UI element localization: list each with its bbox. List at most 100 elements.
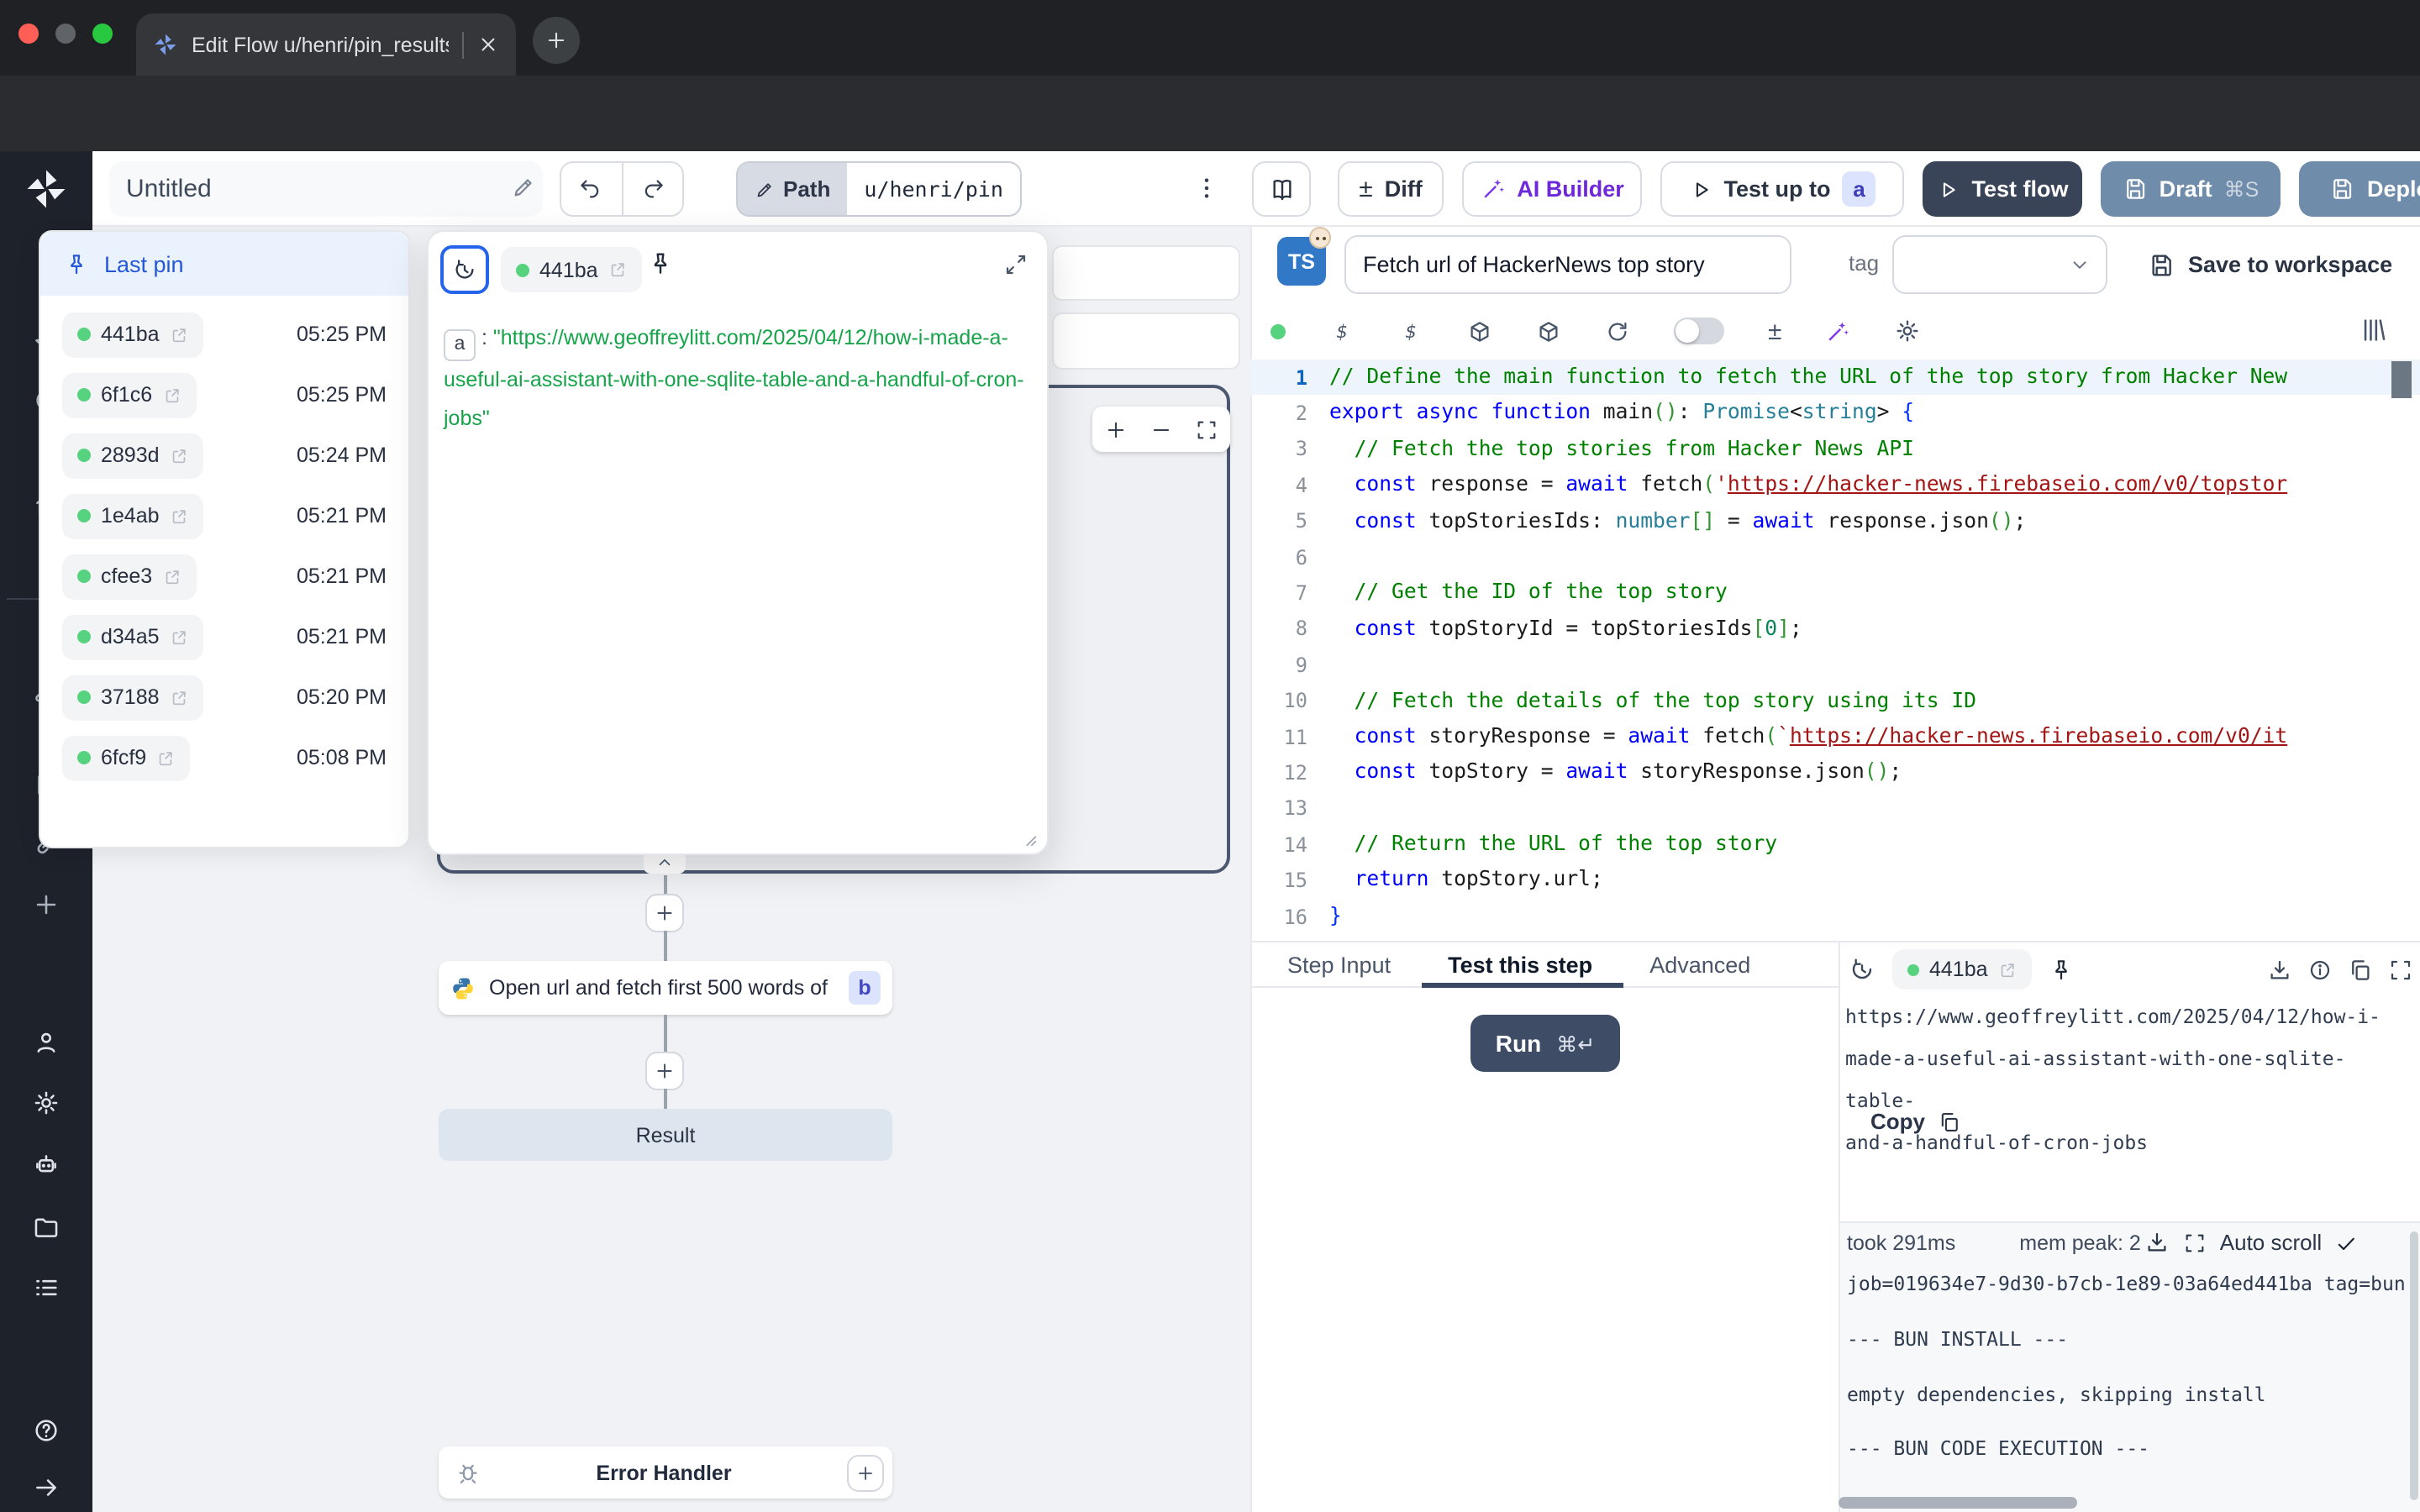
error-handler-node[interactable]: Error Handler	[439, 1446, 892, 1499]
tag-select[interactable]	[1892, 235, 2107, 294]
redo-button[interactable]	[621, 163, 682, 215]
docs-button[interactable]	[1252, 161, 1311, 217]
external-link-icon[interactable]	[608, 260, 627, 279]
code-line[interactable]: 10 // Fetch the details of the top story…	[1250, 683, 2420, 719]
arrow-right-icon[interactable]	[32, 1473, 60, 1502]
package-icon[interactable]	[1467, 318, 1492, 344]
diff-toggle[interactable]	[1674, 318, 1724, 344]
external-link-icon[interactable]	[156, 748, 175, 767]
pencil-icon[interactable]	[511, 175, 536, 200]
ai-builder-button[interactable]: AI Builder	[1462, 161, 1642, 217]
run-chip[interactable]: 441ba	[1892, 949, 2032, 990]
code-line[interactable]: 12 const topStory = await storyResponse.…	[1250, 755, 2420, 791]
reset-icon[interactable]	[1605, 318, 1630, 344]
horizontal-scrollbar[interactable]	[1839, 1497, 2077, 1509]
resource-icon[interactable]: $	[1398, 318, 1423, 344]
window-minimize-button[interactable]	[55, 24, 76, 44]
undo-button[interactable]	[561, 163, 621, 215]
info-icon[interactable]	[2307, 957, 2333, 982]
gear-icon[interactable]	[32, 1089, 60, 1117]
list-icon[interactable]	[32, 1273, 60, 1302]
person-icon[interactable]	[32, 1028, 60, 1057]
run-chip[interactable]: cfee3	[62, 554, 196, 599]
code-line[interactable]: 4 const response = await fetch('https://…	[1250, 467, 2420, 503]
code-line[interactable]: 11 const storyResponse = await fetch(`ht…	[1250, 719, 2420, 755]
code-editor[interactable]: 1// Define the main function to fetch th…	[1250, 360, 2420, 936]
library-icon[interactable]	[2360, 316, 2388, 344]
external-link-icon[interactable]	[1998, 960, 2017, 979]
download-icon[interactable]	[2267, 957, 2292, 982]
ai-wand-icon[interactable]	[1825, 318, 1850, 344]
download-logs-icon[interactable]	[2144, 1230, 2170, 1255]
unpin-icon[interactable]	[647, 250, 674, 277]
run-chip[interactable]: 6f1c6	[62, 372, 196, 417]
code-line[interactable]: 13	[1250, 790, 2420, 827]
code-line[interactable]: 6	[1250, 539, 2420, 575]
run-chip[interactable]: 2893d	[62, 433, 203, 478]
pin-icon[interactable]	[2049, 957, 2074, 982]
code-line[interactable]: 1// Define the main function to fetch th…	[1250, 360, 2420, 396]
help-icon[interactable]	[32, 1416, 60, 1445]
log-panel[interactable]: took 291ms mem peak: 2 Auto scroll job=0…	[1840, 1221, 2420, 1512]
run-chip[interactable]: 441ba	[62, 312, 203, 357]
code-line[interactable]: 14 // Return the URL of the top story	[1250, 827, 2420, 863]
toolbar-more-icon[interactable]	[1193, 175, 1220, 202]
external-link-icon[interactable]	[170, 325, 188, 344]
code-line[interactable]: 16}	[1250, 899, 2420, 935]
resize-handle-icon[interactable]	[1020, 830, 1039, 848]
variable-icon[interactable]: $	[1329, 318, 1355, 344]
run-button[interactable]: Run ⌘↵	[1470, 1015, 1620, 1072]
gear-icon[interactable]	[1894, 318, 1921, 344]
deploy-button[interactable]: Deploy	[2299, 161, 2420, 217]
window-zoom-button[interactable]	[92, 24, 113, 44]
tab-close-icon[interactable]	[477, 34, 499, 55]
run-chip[interactable]: d34a5	[62, 614, 203, 659]
flow-input-card[interactable]	[1052, 245, 1240, 301]
robot-icon[interactable]	[32, 1151, 60, 1179]
draft-button[interactable]: Draft ⌘S	[2101, 161, 2281, 217]
fullscreen-icon[interactable]	[2388, 957, 2413, 982]
result-node[interactable]: Result	[439, 1109, 892, 1161]
flow-input-card[interactable]	[1052, 312, 1240, 370]
new-tab-button[interactable]	[533, 17, 580, 64]
save-to-workspace-button[interactable]: Save to workspace	[2148, 237, 2392, 292]
expand-logs-icon[interactable]	[2183, 1231, 2207, 1254]
external-link-icon[interactable]	[162, 567, 181, 585]
diff-button[interactable]: ± Diff	[1338, 161, 1444, 217]
external-link-icon[interactable]	[170, 507, 188, 525]
run-chip[interactable]: 37188	[62, 675, 203, 720]
plus-minus-icon[interactable]: ±	[1768, 317, 1781, 345]
path-button[interactable]: Path u/henri/pin	[736, 161, 1022, 217]
window-close-button[interactable]	[18, 24, 39, 44]
expand-icon[interactable]	[1003, 252, 1028, 277]
windmill-logo[interactable]	[24, 166, 69, 212]
test-up-to-button[interactable]: Test up to a	[1660, 161, 1904, 217]
external-link-icon[interactable]	[170, 688, 188, 706]
external-link-icon[interactable]	[162, 386, 181, 404]
flow-name-input[interactable]	[109, 161, 543, 217]
code-line[interactable]: 7 // Get the ID of the top story	[1250, 575, 2420, 612]
code-line[interactable]: 15 return topStory.url;	[1250, 863, 2420, 899]
folder-icon[interactable]	[32, 1213, 60, 1242]
insert-step-button[interactable]	[645, 1052, 684, 1090]
json-key-badge[interactable]: a	[444, 329, 476, 361]
python-step-node[interactable]: Open url and fetch first 500 words of ..…	[439, 961, 892, 1015]
fit-view-icon[interactable]	[1196, 417, 1219, 441]
run-chip[interactable]: 1e4ab	[62, 493, 203, 538]
browser-tab[interactable]: Edit Flow u/henri/pin_results	[136, 13, 516, 76]
insert-step-button[interactable]	[645, 894, 684, 932]
code-line[interactable]: 3 // Fetch the top stories from Hacker N…	[1250, 432, 2420, 468]
run-chip[interactable]: 6fcf9	[62, 735, 190, 780]
tab-test-this-step[interactable]: Test this step	[1448, 952, 1592, 977]
external-link-icon[interactable]	[170, 627, 188, 646]
add-error-handler-button[interactable]	[847, 1454, 884, 1491]
code-line[interactable]: 2export async function main(): Promise<s…	[1250, 396, 2420, 432]
run-chip[interactable]: 441ba	[501, 247, 642, 292]
vertical-scrollbar[interactable]	[2410, 1231, 2418, 1500]
code-line[interactable]: 8 const topStoryId = topStoriesIds[0];	[1250, 611, 2420, 647]
package-icon[interactable]	[1536, 318, 1561, 344]
tab-step-input[interactable]: Step Input	[1287, 952, 1391, 977]
copy-button[interactable]: Copy	[1870, 1109, 1960, 1134]
auto-scroll-label[interactable]: Auto scroll	[2220, 1230, 2322, 1255]
external-link-icon[interactable]	[170, 446, 188, 465]
